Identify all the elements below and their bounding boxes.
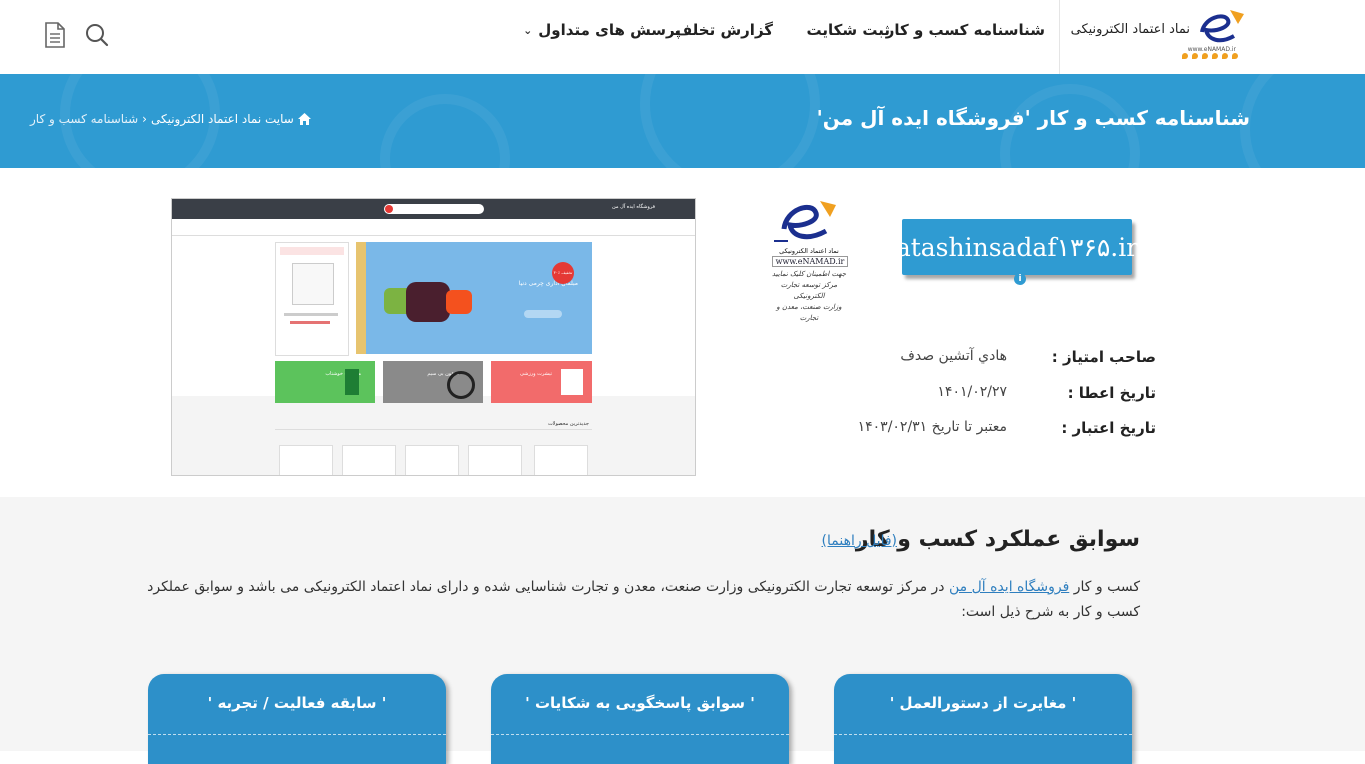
card-title: ' سابقه فعالیت / تجربه ' (207, 694, 387, 712)
guide-file-link[interactable]: (فایل راهنما) (822, 533, 897, 549)
card-divider (148, 734, 446, 735)
nav-file-complaint[interactable]: ثبت شکایت (807, 21, 890, 39)
enamad-badge-e-icon (774, 201, 836, 242)
card-title: ' مغایرت از دستورالعمل ' (889, 694, 1077, 712)
nav-faq-label: پرسش های متداول (538, 21, 681, 39)
preview-tile-gray: هدفون بی سیم (383, 361, 483, 403)
badge-caption: جهت اطمینان کلیک نمایید مرکز توسعه تجارت… (771, 270, 847, 322)
badge-url: www.eNAMAD.ir (772, 256, 848, 267)
preview-hero-badge: ۳۰٪ تخفیف (552, 262, 574, 284)
logo-url: www.eNAMAD.ir (1187, 46, 1236, 53)
card-title: ' سوابق پاسخگویی به شکایات ' (525, 694, 755, 712)
enamad-e-icon (1200, 10, 1244, 43)
badge-title: نماد اعتماد الکترونیکی (779, 247, 839, 255)
issue-date-value: ۱۴۰۱/۰۲/۲۷ (937, 384, 1007, 400)
enamad-logo[interactable]: نماد اعتماد الکترونیکی www.eNAMAD.ir (1071, 6, 1250, 64)
preview-tile-red: تیشرت ورزشی (491, 361, 592, 403)
card-divider (491, 734, 789, 735)
nav-report-violation[interactable]: گزارش تخلف (675, 21, 773, 39)
domain-box[interactable]: atashinsadaf۱۳۶۵.ir (896, 219, 1138, 275)
performance-title: سوابق عملکرد کسب و کار (855, 527, 1140, 552)
performance-description: کسب و کار فروشگاه ایده آل من در مرکز توس… (138, 575, 1140, 625)
desc-prefix: کسب و کار (1073, 579, 1140, 595)
page-title: شناسنامه کسب و کار 'فروشگاه ایده آل من' (816, 106, 1250, 130)
nav-business-profile[interactable]: شناسنامه کسب و کار (886, 21, 1045, 39)
preview-search-button (385, 205, 393, 213)
preview-tile-green: میانست خوشتاب (275, 361, 375, 403)
breadcrumb: شناسنامه کسب و کار › سایت نماد اعتماد ال… (30, 112, 311, 126)
preview-product-card (275, 242, 349, 356)
preview-search (384, 204, 484, 214)
breadcrumb-home-link[interactable]: سایت نماد اعتماد الکترونیکی (151, 112, 294, 126)
breadcrumb-separator: › (142, 112, 147, 126)
owner-label: صاحب امتیاز : (1051, 348, 1156, 366)
preview-section-label: جدیدترین محصولات (547, 421, 589, 427)
preview-hero: مبلمان اداری چرمی دنیا ۳۰٪ تخفیف (356, 242, 592, 354)
owner-value: هادي آتشين صدف (900, 348, 1007, 364)
nav-faq[interactable]: پرسش های متداول ⌄ (523, 21, 681, 39)
search-icon[interactable] (84, 22, 110, 48)
header-divider (1059, 0, 1060, 74)
preview-store-name: فروشگاه ایده آل من (612, 204, 655, 210)
store-link[interactable]: فروشگاه ایده آل من (949, 579, 1069, 595)
preview-tile-red-text: تیشرت ورزشی (519, 371, 552, 377)
breadcrumb-current: شناسنامه کسب و کار (30, 112, 139, 126)
preview-navbar (172, 219, 695, 236)
logo-text: نماد اعتماد الکترونیکی (1070, 22, 1190, 37)
issue-date-label: تاريخ اعطا : (1067, 384, 1156, 402)
chevron-down-icon: ⌄ (523, 23, 533, 37)
document-icon[interactable] (43, 21, 67, 49)
enamad-badge[interactable]: نماد اعتماد الکترونیکی www.eNAMAD.ir جهت… (770, 195, 848, 322)
logo-stars (1182, 53, 1238, 61)
website-screenshot: فروشگاه ایده آل من مبلمان اداری چرمی دنی… (171, 198, 696, 476)
info-icon[interactable]: i (1014, 273, 1026, 285)
home-icon[interactable] (297, 113, 311, 125)
card-divider (834, 734, 1132, 735)
validity-value: معتبر تا تاريخ ۱۴۰۳/۰۲/۳۱ (857, 419, 1007, 435)
validity-label: تاريخ اعتبار : (1061, 419, 1156, 437)
